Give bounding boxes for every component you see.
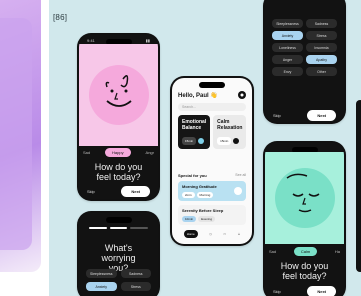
mood-option[interactable]: Sad: [269, 249, 276, 254]
tag: 2min: [182, 192, 195, 198]
footer-actions: Skip Next: [87, 186, 150, 197]
featured-card[interactable]: Calm Relaxation 15min: [213, 115, 247, 149]
card-meta: 15min: [217, 137, 240, 145]
question-title: How do you feel today?: [94, 162, 143, 182]
card-meta: 15min: [182, 137, 205, 145]
status-time: 9:41: [87, 38, 95, 43]
next-button[interactable]: Next: [121, 186, 150, 197]
dynamic-island: [199, 82, 225, 88]
recommendation-card[interactable]: Serenity Before Sleep 10min Evening: [178, 205, 246, 225]
option-chip[interactable]: Stress: [120, 282, 151, 291]
profile-button[interactable]: [238, 91, 246, 99]
skip-button[interactable]: Skip: [87, 189, 95, 194]
card-title: Calm Relaxation: [217, 119, 243, 131]
option-chip-selected[interactable]: Anxiety: [86, 282, 117, 291]
mood-option[interactable]: Ha: [335, 249, 340, 254]
project-tag: [86]: [53, 13, 68, 22]
option-chip[interactable]: Insomnia: [306, 43, 337, 52]
option-chip[interactable]: Other: [306, 67, 337, 76]
progress-step: [89, 227, 107, 229]
chat-icon[interactable]: ▭: [223, 232, 226, 236]
mood-option-selected[interactable]: Calm: [293, 247, 318, 256]
clock-icon[interactable]: ◷: [209, 232, 212, 236]
previous-shot-preview: [0, 0, 41, 272]
dynamic-island: [105, 217, 132, 223]
option-chip[interactable]: Anger: [272, 55, 303, 64]
tab-bar: Home ◷ ▭ ♙: [178, 228, 246, 239]
option-chip[interactable]: Sadness: [120, 269, 151, 278]
phone-home: Hello, Paul 👋 Search... Emotional Balanc…: [170, 76, 254, 246]
progress-step: [109, 227, 128, 229]
tag: Morning: [196, 192, 214, 198]
option-chip-selected[interactable]: Anxiety: [272, 31, 303, 40]
face-area: [79, 44, 158, 146]
phone-mood-pink: 9:41 ▮▮ Sad Happy Angr How do you feel to…: [77, 33, 160, 201]
duration-badge: 15min: [182, 137, 197, 145]
phone-worry: What's worrying you? Sleeplessness Sadne…: [77, 211, 160, 296]
phone-worry-list: Sleeplessness Sadness Anxiety Stress Lon…: [263, 0, 346, 124]
worry-options: Sleeplessness Sadness Anxiety Stress: [86, 269, 151, 291]
rec-title: Serenity Before Sleep: [182, 208, 224, 213]
tag: 10min: [182, 216, 197, 222]
rec-title: Morning Gratitude: [182, 184, 217, 189]
play-icon[interactable]: [198, 138, 205, 144]
mood-option[interactable]: Sad: [83, 150, 90, 155]
skip-button[interactable]: Skip: [273, 113, 281, 118]
section-title: Special for you: [178, 173, 207, 178]
greeting: Hello, Paul 👋: [178, 92, 218, 99]
option-chip[interactable]: Sleeplessness: [86, 269, 117, 278]
previous-shot-phone: [0, 18, 32, 250]
cropped-phone-edge: [356, 100, 361, 272]
section-header: Special for you See all: [178, 173, 246, 178]
mood-selector[interactable]: Sad Happy Angr: [83, 148, 154, 157]
option-chip[interactable]: Sadness: [306, 19, 337, 28]
rec-tags: 2min Morning: [182, 192, 242, 198]
progress-step: [130, 227, 149, 229]
status-bar: 9:41 ▮▮: [87, 38, 150, 43]
mood-option-selected[interactable]: Happy: [105, 148, 131, 157]
worry-options: Sleeplessness Sadness Anxiety Stress Lon…: [272, 19, 337, 76]
mood-selector[interactable]: Sad Calm Ha: [269, 247, 340, 256]
next-button[interactable]: Next: [307, 286, 336, 296]
calm-face-icon: [274, 168, 335, 228]
duration-badge: 15min: [217, 137, 232, 145]
play-icon[interactable]: [234, 187, 242, 195]
featured-card[interactable]: Emotional Balance 15min: [178, 115, 211, 149]
option-chip-selected[interactable]: Apathy: [306, 55, 337, 64]
search-input[interactable]: Search...: [178, 103, 246, 111]
footer-actions: Skip Next: [273, 110, 336, 121]
user-icon: [240, 93, 244, 97]
mood-option[interactable]: Angr: [146, 150, 154, 155]
rec-tags: 10min Evening: [182, 216, 242, 222]
option-chip[interactable]: Loneliness: [272, 43, 303, 52]
progress-indicator: [89, 227, 149, 229]
battery-icon: ▮▮: [145, 38, 150, 43]
tag: Evening: [198, 216, 216, 222]
face-area: [265, 152, 344, 244]
option-chip[interactable]: Envy: [272, 67, 303, 76]
next-button[interactable]: Next: [307, 110, 336, 121]
profile-icon[interactable]: ♙: [238, 232, 241, 236]
featured-cards: Emotional Balance 15min Calm Relaxation …: [178, 115, 247, 149]
tab-home[interactable]: Home: [183, 229, 198, 238]
skip-button[interactable]: Skip: [273, 289, 281, 294]
footer-actions: Skip Next: [273, 286, 336, 296]
play-icon[interactable]: [233, 138, 240, 144]
option-chip[interactable]: Sleeplessness: [272, 19, 303, 28]
option-chip[interactable]: Stress: [306, 31, 337, 40]
showcase-canvas: [86] 9:41 ▮▮ Sad Happy Angr How do you f…: [0, 0, 361, 296]
recommendation-card[interactable]: Morning Gratitude 2min Morning: [178, 181, 246, 201]
see-all-link[interactable]: See all: [235, 173, 246, 178]
app-header: Hello, Paul 👋: [178, 91, 246, 99]
question-title: How do you feel today?: [280, 261, 329, 281]
phone-mood-mint: Sad Calm Ha How do you feel today? Skip …: [263, 141, 346, 296]
happy-face-icon: [88, 65, 149, 125]
card-title: Emotional Balance: [182, 119, 207, 131]
